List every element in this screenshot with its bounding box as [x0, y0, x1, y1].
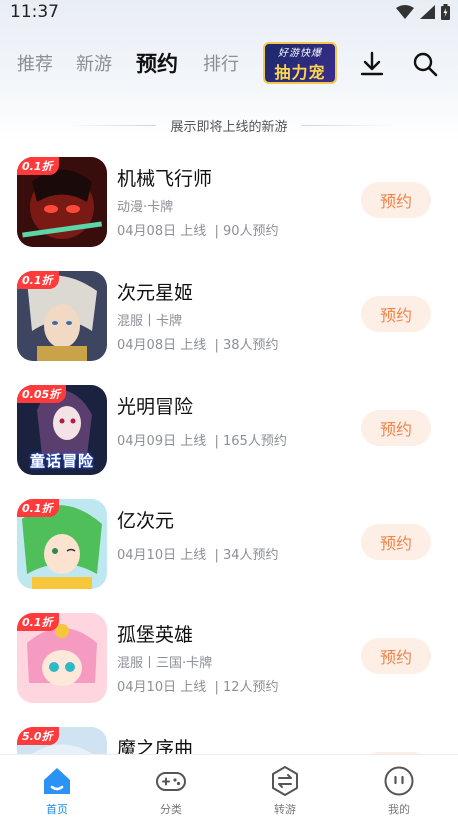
release-date: 04月10日 上线	[117, 548, 207, 563]
game-tags: 混服丨卡牌	[117, 314, 183, 329]
status-time: 11:37	[10, 2, 59, 22]
status-icons	[396, 4, 450, 20]
game-item[interactable]: 0.1折 次元星姬 混服丨卡牌 04月08日 上线 | 38人预约 预约	[0, 264, 458, 364]
bottom-tab-category[interactable]: 分类	[114, 755, 228, 820]
tab-recommend[interactable]: 推荐	[17, 50, 53, 76]
game-icon[interactable]: 0.1折	[17, 157, 107, 247]
bottom-tab-home[interactable]: 首页	[0, 755, 114, 820]
logo-text-top: 好游快爆	[278, 47, 322, 59]
game-item[interactable]: 童话冒险 0.05折 光明冒险 04月09日 上线 | 165人预约 预约	[0, 378, 458, 478]
game-icon[interactable]: 0.1折	[17, 271, 107, 361]
separator: |	[210, 224, 224, 239]
game-name[interactable]: 魔之序曲	[117, 734, 193, 754]
bottom-nav: 首页 分类 转游 我的	[0, 754, 458, 820]
game-name[interactable]: 次元星姬	[117, 278, 193, 305]
release-date: 04月10日 上线	[117, 680, 207, 695]
game-release-info: 04月10日 上线 | 34人预约	[117, 544, 279, 563]
top-nav: 推荐 新游 预约 排行 好游快爆 抽力宠	[0, 40, 458, 86]
status-bar: 11:37	[0, 0, 458, 26]
icon-caption: 童话冒险	[29, 452, 94, 470]
game-name[interactable]: 光明冒险	[117, 392, 193, 419]
reservation-count: 38人预约	[223, 338, 279, 353]
separator: |	[210, 680, 224, 695]
tab-ranking[interactable]: 排行	[203, 50, 239, 76]
reservation-count: 12人预约	[223, 680, 279, 695]
home-icon	[44, 768, 70, 794]
game-item[interactable]: 5.0折 魔之序曲 预约	[0, 720, 458, 754]
release-date: 04月08日 上线	[117, 224, 207, 239]
game-icon[interactable]: 童话冒险 0.05折	[17, 385, 107, 475]
game-name[interactable]: 孤堡英雄	[117, 620, 193, 647]
discount-badge: 0.1折	[17, 271, 59, 289]
game-icon[interactable]: 0.1折	[17, 499, 107, 589]
reserve-button[interactable]: 预约	[361, 410, 431, 446]
game-name[interactable]: 亿次元	[117, 506, 174, 533]
discount-badge: 0.1折	[17, 613, 59, 631]
reserve-button[interactable]: 预约	[361, 182, 431, 218]
game-release-info: 04月10日 上线 | 12人预约	[117, 676, 279, 695]
game-release-info: 04月08日 上线 | 90人预约	[117, 220, 279, 239]
separator: |	[210, 548, 224, 563]
game-list: 0.1折 机械飞行师 动漫·卡牌 04月08日 上线 | 90人预约 预约 0.…	[0, 150, 458, 754]
game-tags: 动漫·卡牌	[117, 200, 174, 215]
game-icon[interactable]: 5.0折	[17, 727, 107, 754]
tab-new-games[interactable]: 新游	[76, 50, 112, 76]
bottom-tab-label: 我的	[388, 803, 410, 816]
reservation-count: 165人预约	[223, 434, 287, 449]
signal-icon	[420, 5, 435, 19]
reserve-button[interactable]: 预约	[361, 296, 431, 332]
game-item[interactable]: 0.1折 机械飞行师 动漫·卡牌 04月08日 上线 | 90人预约 预约	[0, 150, 458, 250]
separator: |	[210, 338, 224, 353]
release-date: 04月08日 上线	[117, 338, 207, 353]
game-name[interactable]: 机械飞行师	[117, 164, 212, 191]
bottom-tab-label: 转游	[274, 803, 296, 816]
reservation-count: 90人预约	[223, 224, 279, 239]
divider-left	[66, 124, 157, 126]
subtitle-text: 展示即将上线的新游	[170, 119, 288, 135]
reserve-button[interactable]: 预约	[361, 638, 431, 674]
bottom-tab-mine[interactable]: 我的	[342, 755, 456, 820]
transfer-icon	[272, 766, 298, 796]
section-subtitle: 展示即将上线的新游	[0, 114, 458, 136]
game-item[interactable]: 0.1折 孤堡英雄 混服丨三国·卡牌 04月10日 上线 | 12人预约 预约	[0, 606, 458, 706]
game-item[interactable]: 0.1折 亿次元 04月10日 上线 | 34人预约 预约	[0, 492, 458, 592]
game-icon[interactable]: 0.1折	[17, 613, 107, 703]
profile-icon	[384, 766, 414, 796]
release-date: 04月09日 上线	[117, 434, 207, 449]
bottom-tab-transfer[interactable]: 转游	[228, 755, 342, 820]
app-logo[interactable]: 好游快爆 抽力宠	[263, 42, 337, 84]
reserve-button[interactable]: 预约	[361, 524, 431, 560]
bottom-tab-label: 首页	[46, 803, 68, 816]
separator: |	[210, 434, 224, 449]
game-release-info: 04月09日 上线 | 165人预约	[117, 430, 287, 449]
gamepad-icon	[156, 772, 186, 791]
download-icon[interactable]	[358, 50, 386, 78]
discount-badge: 5.0折	[17, 727, 59, 745]
wifi-icon	[396, 5, 414, 19]
game-tags: 混服丨三国·卡牌	[117, 656, 213, 671]
battery-icon	[441, 4, 450, 20]
discount-badge: 0.05折	[17, 385, 67, 403]
search-icon[interactable]	[411, 50, 439, 78]
divider-right	[301, 124, 392, 126]
game-release-info: 04月08日 上线 | 38人预约	[117, 334, 279, 353]
logo-text-main: 抽力宠	[274, 62, 326, 82]
discount-badge: 0.1折	[17, 157, 59, 175]
bottom-tab-label: 分类	[160, 803, 182, 816]
discount-badge: 0.1折	[17, 499, 59, 517]
tab-reservation[interactable]: 预约	[136, 48, 178, 78]
reservation-count: 34人预约	[223, 548, 279, 563]
